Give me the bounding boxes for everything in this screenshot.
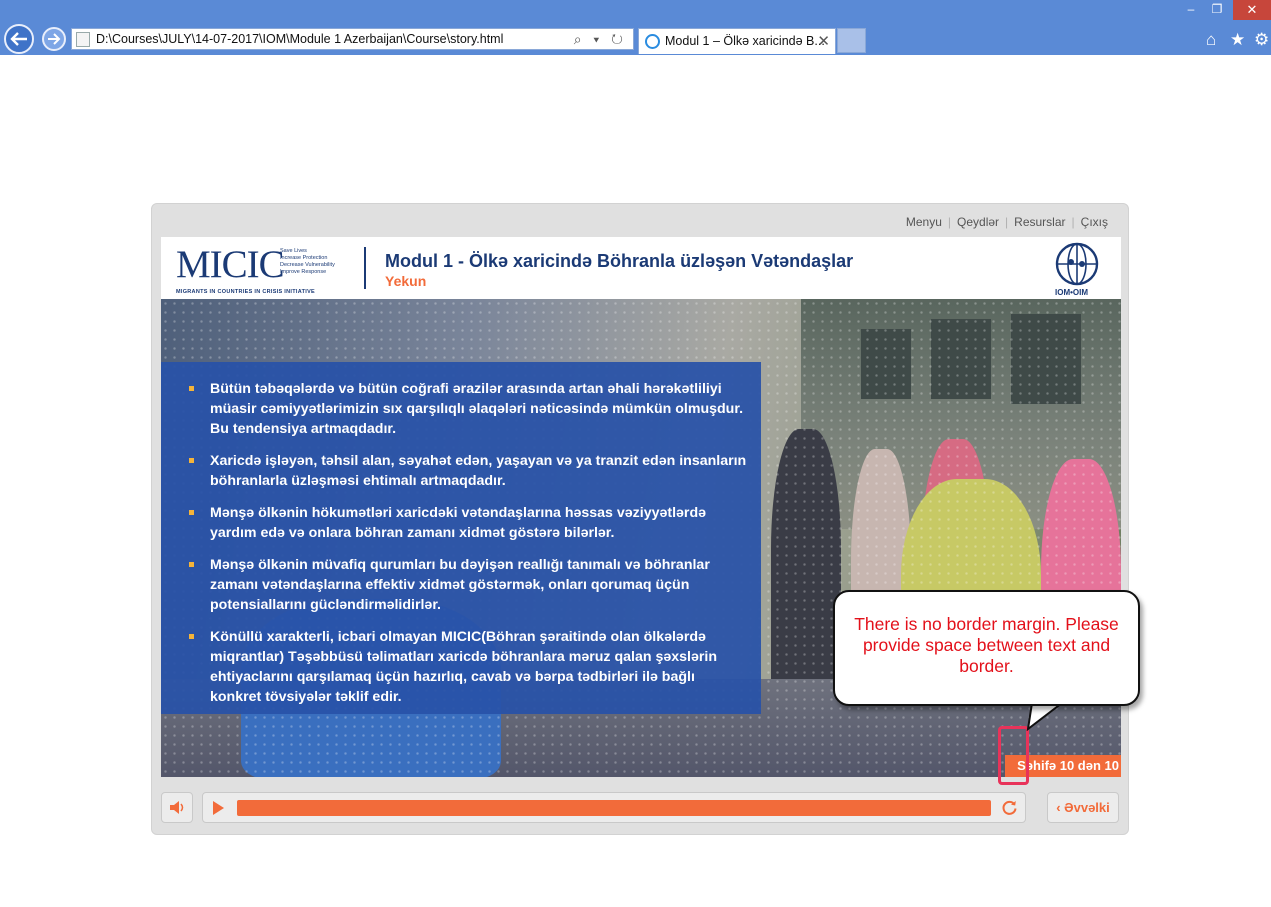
bullet-item: Bütün təbəqələrdə və bütün coğrafi ərazi… (187, 379, 747, 439)
minimize-button[interactable]: – (1178, 0, 1204, 20)
speaker-icon (170, 801, 184, 814)
review-highlight-box (998, 726, 1029, 785)
player-control-bar: ‹ Əvvəlki (161, 792, 1121, 824)
course-player: Menyu | Qeydlər | Resurslar | Çıxış MICI… (151, 203, 1129, 835)
iom-globe-icon (1055, 242, 1099, 286)
menu-link[interactable]: Menyu (900, 215, 948, 229)
ie-icon (645, 34, 660, 49)
replay-icon[interactable] (1001, 799, 1018, 816)
address-bar[interactable]: D:\Courses\JULY\14-07-2017\IOM\Module 1 … (71, 28, 634, 50)
seekbar-container (202, 792, 1026, 823)
volume-button[interactable] (161, 792, 193, 823)
notes-link[interactable]: Qeydlər (951, 215, 1005, 229)
address-tools[interactable]: ⌕ ▾ ↻ (574, 31, 627, 48)
bullet-item: Mənşə ölkənin müvafiq qurumları bu dəyiş… (187, 555, 747, 615)
slide-title: Modul 1 - Ölkə xaricində Böhranla üzləşə… (385, 251, 854, 271)
slide-header: MICIC Save Lives Increase Protection Dec… (161, 237, 1121, 299)
play-button[interactable] (213, 801, 224, 815)
tagline-line: Save Lives (280, 248, 307, 254)
resources-link[interactable]: Resurslar (1008, 215, 1071, 229)
slide-subtitle: Yekun (385, 273, 427, 289)
micic-logo: MICIC Save Lives Increase Protection Dec… (176, 243, 346, 296)
header-divider (364, 247, 366, 289)
tagline-line: Improve Response (280, 269, 327, 275)
page-icon (76, 32, 90, 47)
forward-button[interactable] (42, 27, 66, 51)
review-callout: There is no border margin. Please provid… (833, 590, 1140, 706)
browser-tab-active[interactable]: Modul 1 – Ölkə xaricində B... ✕ (638, 28, 836, 54)
callout-tail (1026, 703, 1063, 731)
arrow-right-icon (48, 33, 61, 45)
new-tab-button[interactable] (837, 28, 866, 53)
iom-logo-text: IOM•OIM (1055, 288, 1089, 297)
tagline-line: Decrease Vulnerability (280, 262, 335, 268)
address-url[interactable]: D:\Courses\JULY\14-07-2017\IOM\Module 1 … (96, 32, 503, 46)
top-menu: Menyu | Qeydlər | Resurslar | Çıxış (900, 215, 1114, 229)
tab-title: Modul 1 – Ölkə xaricində B... (665, 34, 825, 48)
window-close-button[interactable]: ✕ (1233, 0, 1271, 20)
seekbar[interactable] (237, 800, 991, 816)
bullet-item: Könüllü xarakterli, icbari olmayan MICIC… (187, 627, 747, 707)
summary-bullet-list: Bütün təbəqələrdə və bütün coğrafi ərazi… (187, 379, 747, 719)
previous-button[interactable]: ‹ Əvvəlki (1047, 792, 1119, 823)
browser-chrome: – ❐ ✕ D:\Courses\JULY\14-07-2017\IOM\Mod… (0, 0, 1271, 55)
back-button[interactable] (4, 24, 34, 54)
arrow-left-icon (10, 32, 27, 46)
review-callout-text: There is no border margin. Please provid… (854, 614, 1119, 676)
seekbar-progress (237, 800, 991, 816)
micic-logo-word: MICIC (176, 243, 285, 286)
home-icon[interactable]: ⌂ (1206, 30, 1216, 50)
bullet-item: Mənşə ölkənin hökumətləri xaricdəki vətə… (187, 503, 747, 543)
summary-text-panel: Bütün təbəqələrdə və bütün coğrafi ərazi… (161, 362, 761, 714)
tagline-line: Increase Protection (280, 255, 328, 261)
bullet-item: Xaricdə işləyən, təhsil alan, səyahət ed… (187, 451, 747, 491)
settings-icon[interactable]: ⚙ (1254, 30, 1269, 50)
tab-close-icon[interactable]: ✕ (817, 32, 830, 50)
exit-link[interactable]: Çıxış (1075, 215, 1114, 229)
favorites-icon[interactable]: ★ (1230, 30, 1245, 50)
restore-button[interactable]: ❐ (1204, 0, 1230, 20)
iom-logo: IOM•OIM (1049, 242, 1105, 297)
micic-logo-tagline: Save Lives Increase Protection Decrease … (280, 248, 335, 276)
micic-logo-subline: MIGRANTS IN COUNTRIES IN CRISIS INITIATI… (176, 289, 316, 295)
